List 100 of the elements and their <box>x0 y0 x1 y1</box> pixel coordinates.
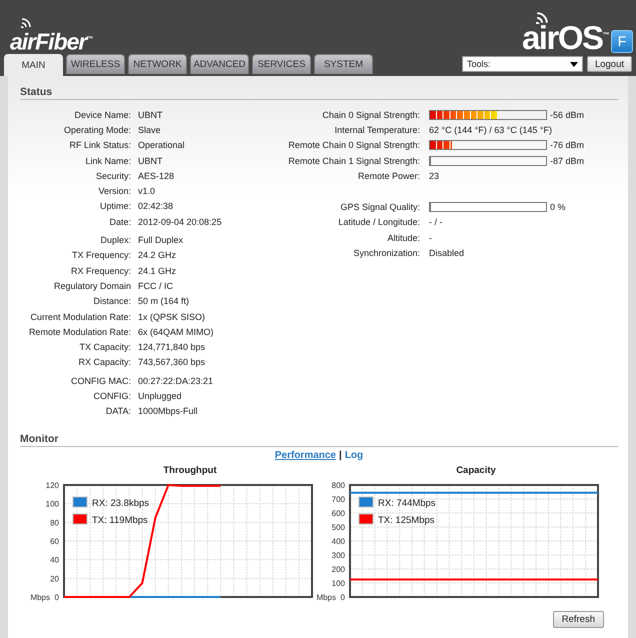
legend-swatch <box>72 513 88 524</box>
section-heading: Monitor <box>20 432 618 447</box>
legend-swatch <box>72 496 88 508</box>
field-value: Slave <box>138 124 161 135</box>
product-badge: F <box>611 30 633 53</box>
axis-tick-label: 500 <box>332 522 345 532</box>
field-value: Operational <box>138 140 185 150</box>
axis-tick-label: 100 <box>332 578 345 588</box>
view-link[interactable]: Performance <box>274 450 336 461</box>
field-value: AES-128 <box>138 170 174 181</box>
logout-button[interactable]: Logout <box>586 56 632 72</box>
field-label: Chain 0 Signal Strength: <box>321 110 420 120</box>
axis-unit-label: Mbps <box>30 592 50 602</box>
section-heading: Status <box>20 86 618 100</box>
field-value: 02:42:38 <box>138 201 174 212</box>
field-label: Regulatory Domain <box>52 280 131 291</box>
chart-title: Throughput <box>162 464 218 476</box>
axis-tick-label: 80 <box>50 518 59 528</box>
field-label: Latitude / Longitude: <box>337 217 420 228</box>
view-link[interactable]: Log <box>344 450 364 461</box>
field-value: v1.0 <box>138 186 156 196</box>
product-name: airOS$^{™}$ <box>522 20 608 54</box>
field-value: 00:27:22:DA:23:21 <box>138 376 214 386</box>
field-value: 23 <box>429 170 440 181</box>
axis-tick-label: 400 <box>332 536 345 546</box>
nav-tab[interactable]: SERVICES <box>252 54 311 74</box>
field-value: 24.2 GHz <box>138 250 176 260</box>
field-label: Current Modulation Rate: <box>29 312 131 322</box>
field-label: Remote Chain 0 Signal Strength: <box>287 140 420 150</box>
field-label: CONFIG: <box>92 390 131 401</box>
field-value: 50 m (164 ft) <box>138 296 190 306</box>
field-label: Version: <box>97 186 131 196</box>
field-value: 1x (QPSK SISO) <box>138 312 206 322</box>
field-value: 743,567,360 bps <box>138 357 206 368</box>
axis-tick-label: 300 <box>332 550 345 560</box>
axis-tick-label: 600 <box>332 508 345 518</box>
field-value: 0 % <box>550 202 566 212</box>
field-value: UBNT <box>138 156 162 166</box>
field-label: RX Capacity: <box>77 357 131 368</box>
field-value: Full Duplex <box>138 235 184 246</box>
field-value: 24.1 GHz <box>138 266 176 276</box>
nav-tab[interactable]: SYSTEM <box>314 54 373 74</box>
field-label: RX Frequency: <box>70 266 131 276</box>
link-separator: | <box>339 450 342 461</box>
nav-tab[interactable]: NETWORK <box>128 54 187 74</box>
axis-tick-label: 40 <box>50 556 59 565</box>
axis-tick-label: 60 <box>50 536 59 546</box>
signal-icon <box>21 18 31 28</box>
field-label: Duplex: <box>99 235 131 246</box>
field-value: - <box>429 232 432 243</box>
field-label: Remote Chain 1 Signal Strength: <box>287 156 420 166</box>
field-label: Altitude: <box>386 232 420 243</box>
axis-tick-label: 200 <box>332 564 345 574</box>
axis-tick-label: 0 <box>54 592 59 602</box>
refresh-button[interactable]: Refresh <box>552 610 604 628</box>
field-value: 62 °C (144 °F) / 63 °C (145 °F) <box>429 124 552 135</box>
field-value: 6x (64QAM MIMO) <box>138 326 214 337</box>
field-label: Uptime: <box>98 201 131 212</box>
legend-label: TX: 119Mbps <box>92 514 148 526</box>
legend-label: TX: 125Mbps <box>378 514 434 526</box>
chart-title: Capacity <box>455 464 497 476</box>
field-label: TX Frequency: <box>70 250 131 260</box>
field-label: Link Name: <box>84 156 131 166</box>
field-label: Device Name: <box>73 110 131 120</box>
axis-unit-label: Mbps <box>316 592 336 602</box>
nav-tab[interactable]: WIRELESS <box>66 54 125 74</box>
field-value: -56 dBm <box>550 110 584 120</box>
field-label: GPS Signal Quality: <box>339 202 420 212</box>
field-value: Disabled <box>429 248 464 258</box>
field-label: DATA: <box>104 406 131 416</box>
field-value: Unplugged <box>138 390 182 401</box>
field-label: Remote Power: <box>356 170 420 181</box>
legend-label: RX: 23.8kbps <box>92 498 150 509</box>
caret-icon <box>570 62 578 66</box>
field-value: - / - <box>429 217 442 228</box>
nav-tab[interactable]: ADVANCED <box>190 54 249 74</box>
nav-tab[interactable]: MAIN <box>4 54 63 76</box>
field-value: FCC / IC <box>138 280 173 291</box>
field-value: -76 dBm <box>550 140 584 150</box>
axis-tick-label: 100 <box>46 500 59 509</box>
field-label: Internal Temperature: <box>334 124 420 135</box>
legend-swatch <box>358 496 374 508</box>
signal-icon <box>536 12 548 24</box>
field-value: 124,771,840 bps <box>138 342 206 352</box>
field-label: Synchronization: <box>352 248 420 258</box>
field-value: UBNT <box>138 110 162 120</box>
field-value: -87 dBm <box>550 156 584 166</box>
field-label: TX Capacity: <box>78 342 131 352</box>
field-value: 2012-09-04 20:08:25 <box>138 216 222 227</box>
field-label: Operating Mode: <box>62 124 131 135</box>
field-label: Date: <box>108 216 131 227</box>
axis-tick-label: 20 <box>50 574 59 584</box>
field-label: Distance: <box>92 296 131 306</box>
field-value: 1000Mbps-Full <box>138 406 198 416</box>
field-label: Security: <box>94 170 131 181</box>
field-label: CONFIG MAC: <box>70 376 131 386</box>
legend-label: RX: 744Mbps <box>378 498 436 509</box>
axis-tick-label: 800 <box>332 480 345 490</box>
tools-dropdown[interactable]: Tools: <box>462 56 583 72</box>
legend-swatch <box>358 513 374 524</box>
